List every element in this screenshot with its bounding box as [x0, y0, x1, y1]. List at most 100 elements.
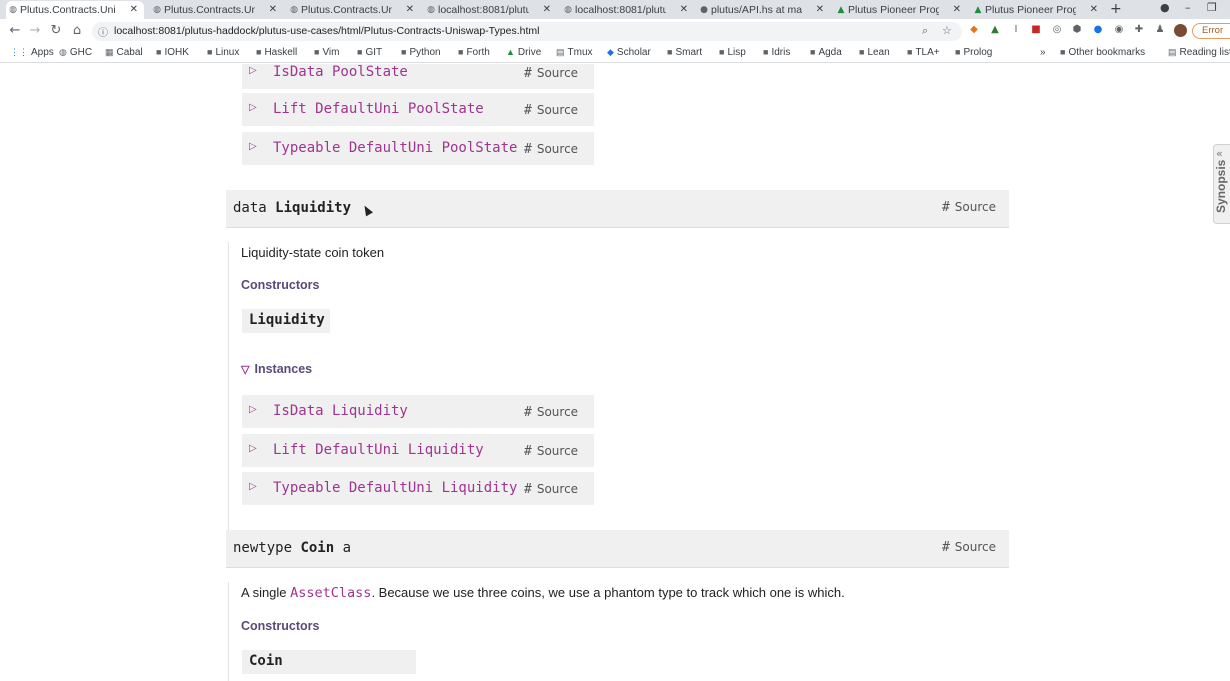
source-link[interactable]: # Source	[524, 444, 578, 459]
instance-label[interactable]: Lift DefaultUni PoolState	[273, 101, 484, 117]
bookmark-vim[interactable]: ■ Vim	[314, 47, 339, 58]
bookmark-apps[interactable]: ⋮⋮ Apps	[10, 47, 54, 58]
synopsis-toggle[interactable]: « Synopsis	[1213, 144, 1230, 224]
home-icon[interactable]: ⌂	[70, 23, 84, 38]
browser-tab[interactable]: ◍ Plutus.Contracts.Unis ✕	[150, 1, 283, 19]
zoom-icon[interactable]: ⌕	[922, 24, 928, 38]
tab-search-icon[interactable]: ●	[1160, 1, 1170, 14]
browser-tab[interactable]: ◍ Plutus.Contracts.Unis ✕	[6, 1, 144, 19]
instance-row[interactable]: ▷ Typeable DefaultUni Liquidity # Source	[242, 472, 594, 505]
close-icon[interactable]: ✕	[406, 4, 414, 15]
anchor-hash[interactable]: #	[524, 482, 532, 497]
info-icon[interactable]: ⓘ	[98, 24, 108, 39]
anchor-hash[interactable]: #	[524, 66, 532, 81]
close-icon[interactable]: ✕	[680, 4, 688, 15]
bookmarks-overflow-button[interactable]: »	[1040, 47, 1046, 58]
address-bar[interactable]: ⓘ localhost:8081/plutus-haddock/plutus-u…	[92, 22, 962, 41]
instance-row[interactable]: ▷ IsData PoolState # Source	[242, 64, 594, 89]
extension-icon[interactable]: ■	[1030, 24, 1042, 36]
reload-icon[interactable]: ↻	[49, 23, 63, 38]
extension-icon[interactable]: ◉	[1113, 24, 1125, 36]
instances-toggle[interactable]: ▽ Instances	[241, 362, 312, 376]
instance-label[interactable]: Typeable DefaultUni PoolState	[273, 140, 517, 156]
source-link[interactable]: # Source	[942, 200, 996, 215]
expand-triangle-icon[interactable]: ▷	[249, 443, 257, 454]
bookmark-lisp[interactable]: ■ Lisp	[719, 47, 746, 58]
anchor-hash[interactable]: #	[942, 200, 950, 215]
browser-tab[interactable]: ◍ localhost:8081/plutu ✕	[424, 1, 557, 19]
instance-row[interactable]: ▷ Lift DefaultUni Liquidity # Source	[242, 434, 594, 467]
bookmark-forth[interactable]: ■ Forth	[458, 47, 490, 58]
bookmark-prolog[interactable]: ■ Prolog	[955, 47, 992, 58]
bookmark-scholar[interactable]: ◆ Scholar	[607, 47, 651, 58]
puzzle-icon[interactable]: ✚	[1133, 24, 1145, 36]
instance-row[interactable]: ▷ Lift DefaultUni PoolState # Source	[242, 93, 594, 126]
bookmark-linux[interactable]: ■ Linux	[207, 47, 239, 58]
anchor-hash[interactable]: #	[524, 103, 532, 118]
expand-triangle-icon[interactable]: ▷	[249, 481, 257, 492]
close-icon[interactable]: ✕	[953, 4, 961, 15]
instance-label[interactable]: Typeable DefaultUni Liquidity	[273, 480, 517, 496]
expand-triangle-icon[interactable]: ▷	[249, 404, 257, 415]
extension-icon[interactable]: ◎	[1051, 24, 1063, 36]
extension-icon[interactable]: ⬢	[1071, 24, 1083, 36]
bookmark-iohk[interactable]: ■ IOHK	[156, 47, 189, 58]
browser-tab[interactable]: ▲ Plutus Pioneer Progr ✕	[834, 1, 967, 19]
close-icon[interactable]: ✕	[543, 4, 551, 15]
bookmark-star-icon[interactable]: ☆	[942, 24, 952, 37]
extension-icon[interactable]: ♟	[1154, 24, 1166, 36]
restore-icon[interactable]: ❐	[1207, 1, 1217, 14]
extension-icon[interactable]: ▲	[989, 24, 1001, 36]
close-icon[interactable]: ✕	[269, 4, 277, 15]
anchor-hash[interactable]: #	[524, 142, 532, 157]
instance-label[interactable]: Lift DefaultUni Liquidity	[273, 442, 484, 458]
expand-triangle-icon[interactable]: ▷	[249, 102, 257, 113]
source-link[interactable]: # Source	[524, 103, 578, 118]
instance-row[interactable]: ▷ IsData Liquidity # Source	[242, 395, 594, 428]
bookmark-agda[interactable]: ■ Agda	[810, 47, 842, 58]
instance-label[interactable]: IsData Liquidity	[273, 403, 408, 419]
bookmark-idris[interactable]: ■ Idris	[763, 47, 790, 58]
extension-icon[interactable]: ●	[1092, 24, 1104, 36]
bookmark-lean[interactable]: ■ Lean	[859, 47, 890, 58]
close-icon[interactable]: ✕	[130, 4, 138, 15]
anchor-hash[interactable]: #	[942, 540, 950, 555]
bookmark-haskell[interactable]: ■ Haskell	[256, 47, 297, 58]
source-link[interactable]: # Source	[942, 540, 996, 555]
new-tab-button[interactable]: +	[1110, 1, 1122, 17]
minimize-icon[interactable]: –	[1185, 1, 1191, 14]
instance-label[interactable]: IsData PoolState	[273, 64, 408, 80]
bookmark-git[interactable]: ■ GIT	[357, 47, 382, 58]
expand-triangle-icon[interactable]: ▷	[249, 65, 257, 76]
back-icon[interactable]: ←	[8, 23, 22, 38]
reading-list[interactable]: ▤ Reading list	[1168, 47, 1230, 58]
close-icon[interactable]: ✕	[1090, 4, 1098, 15]
collapse-triangle-icon[interactable]: ▽	[241, 364, 249, 376]
metamask-icon[interactable]: ◆	[968, 24, 980, 36]
forward-icon[interactable]: →	[28, 23, 42, 38]
expand-triangle-icon[interactable]: ▷	[249, 141, 257, 152]
bookmark-ghc[interactable]: ◍ GHC	[59, 47, 92, 58]
close-icon[interactable]: ✕	[816, 4, 824, 15]
browser-tab[interactable]: ◍ Plutus.Contracts.Unis ✕	[287, 1, 420, 19]
browser-tab[interactable]: ▲ Plutus Pioneer Progr ✕	[971, 1, 1104, 19]
instance-row[interactable]: ▷ Typeable DefaultUni PoolState # Source	[242, 132, 594, 165]
source-link[interactable]: # Source	[524, 482, 578, 497]
anchor-hash[interactable]: #	[524, 444, 532, 459]
bookmark-tla[interactable]: ■ TLA+	[907, 47, 940, 58]
source-link[interactable]: # Source	[524, 66, 578, 81]
browser-tab[interactable]: ● plutus/API.hs at mas ✕	[697, 1, 830, 19]
browser-tab[interactable]: ◍ localhost:8081/plutu ✕	[561, 1, 694, 19]
bookmark-python[interactable]: ■ Python	[401, 47, 441, 58]
error-button[interactable]: Error	[1192, 23, 1230, 39]
source-link[interactable]: # Source	[524, 142, 578, 157]
avatar[interactable]	[1174, 24, 1187, 37]
bookmark-smart[interactable]: ■ Smart	[667, 47, 702, 58]
bookmark-drive[interactable]: ▲ Drive	[506, 47, 541, 58]
bookmark-cabal[interactable]: ▦ Cabal	[105, 47, 143, 58]
bookmark-tmux[interactable]: ▤ Tmux	[556, 47, 593, 58]
anchor-hash[interactable]: #	[524, 405, 532, 420]
source-link[interactable]: # Source	[524, 405, 578, 420]
extension-icon[interactable]: I	[1010, 24, 1022, 36]
assetclass-link[interactable]: AssetClass	[290, 585, 371, 601]
